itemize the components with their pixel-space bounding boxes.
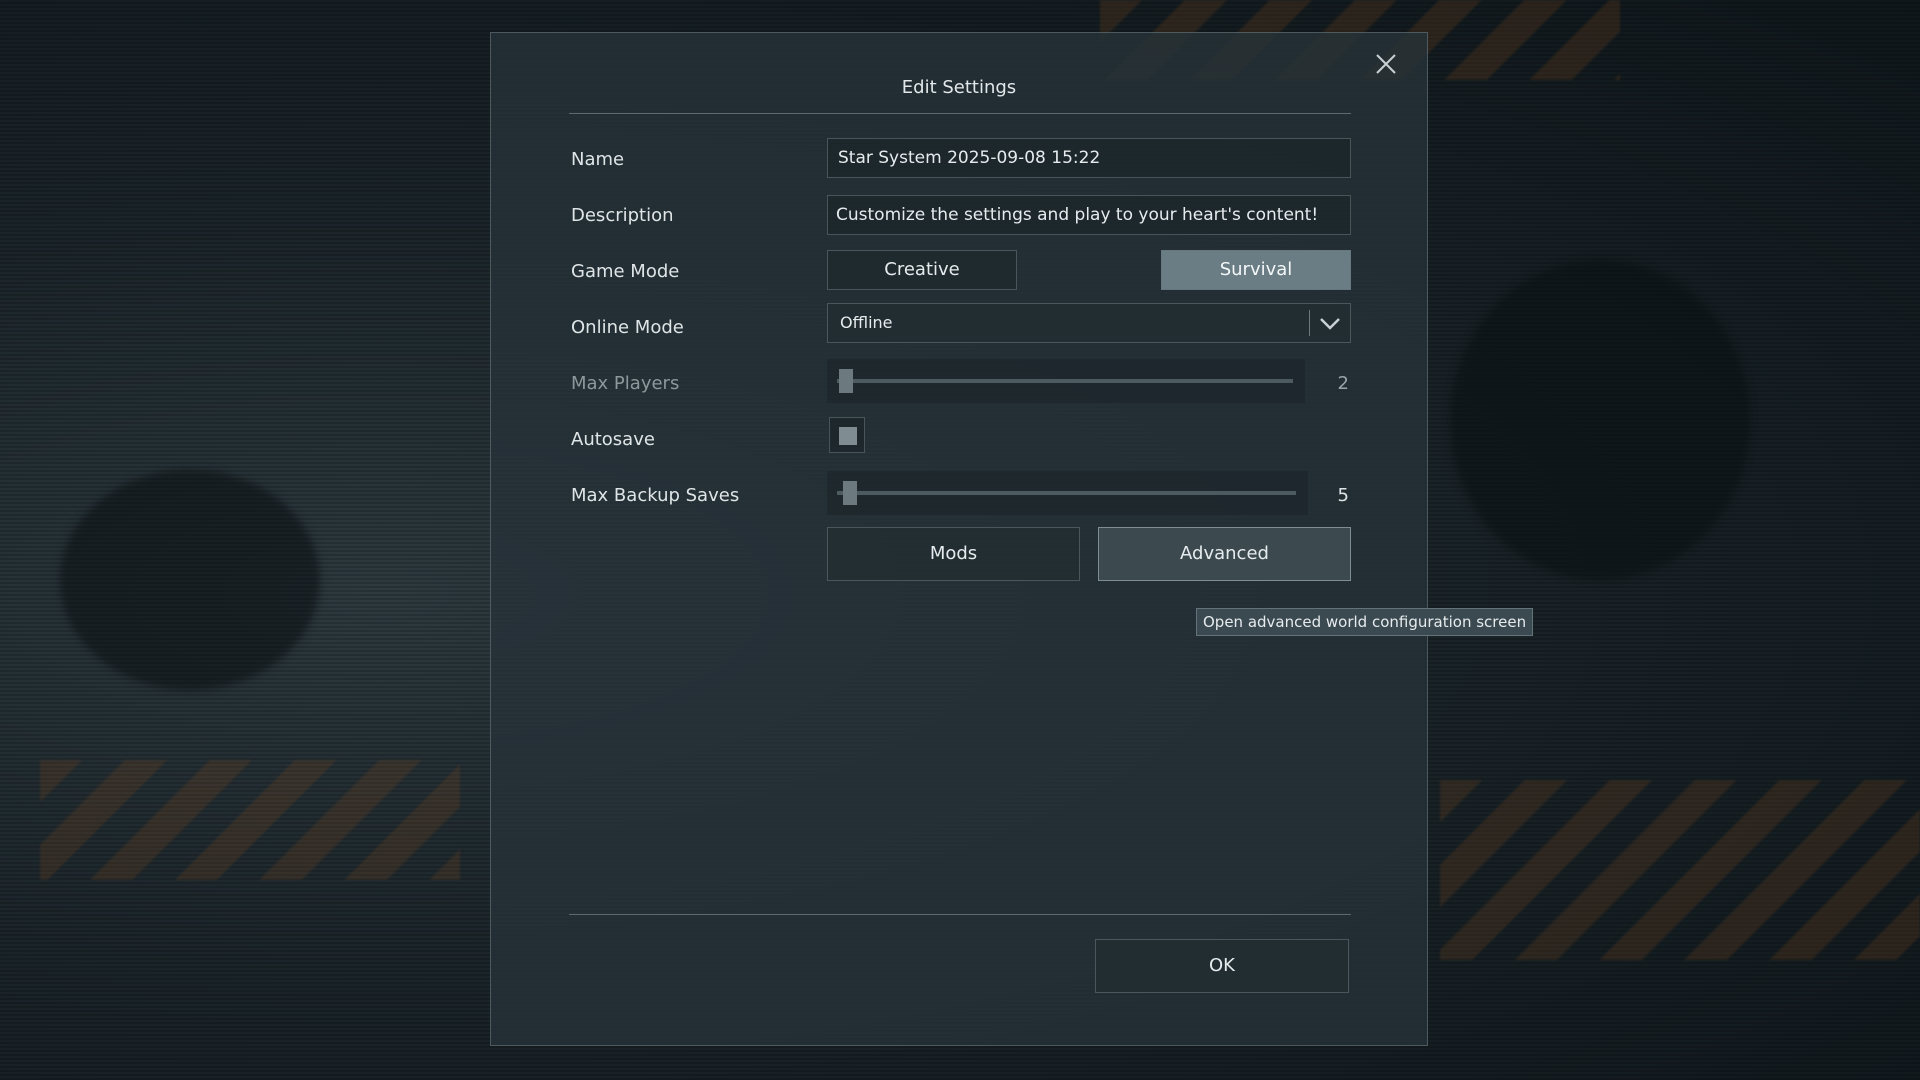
name-input-value: Star System 2025-09-08 15:22: [838, 148, 1101, 168]
checkbox-checked-mark: [839, 427, 857, 445]
max-players-value: 2: [1337, 373, 1349, 394]
max-backup-saves-slider-thumb[interactable]: [843, 481, 857, 505]
background-machine: [60, 470, 320, 690]
dialog-title: Edit Settings: [901, 77, 1017, 98]
close-icon: [1376, 54, 1396, 74]
online-mode-value: Offline: [840, 313, 893, 332]
ok-button[interactable]: OK: [1095, 939, 1349, 993]
advanced-button[interactable]: Advanced: [1098, 527, 1351, 581]
description-label: Description: [571, 205, 674, 226]
title-divider: [569, 113, 1351, 114]
background-machine: [1450, 260, 1750, 580]
mods-button[interactable]: Mods: [827, 527, 1080, 581]
max-backup-saves-slider[interactable]: [827, 471, 1308, 515]
online-mode-dropdown[interactable]: Offline: [827, 303, 1351, 343]
background-hazard-stripes: [1440, 780, 1920, 960]
online-mode-label: Online Mode: [571, 317, 684, 338]
advanced-tooltip: Open advanced world configuration screen: [1196, 608, 1534, 636]
survival-mode-button[interactable]: Survival: [1161, 250, 1351, 290]
autosave-label: Autosave: [571, 429, 655, 450]
max-players-slider[interactable]: [827, 359, 1305, 403]
game-mode-label: Game Mode: [571, 261, 680, 282]
description-input-value: Customize the settings and play to your …: [836, 205, 1319, 225]
max-players-label: Max Players: [571, 373, 680, 394]
description-input[interactable]: Customize the settings and play to your …: [827, 195, 1351, 235]
max-backup-saves-label: Max Backup Saves: [571, 485, 740, 506]
close-button[interactable]: [1371, 49, 1401, 79]
name-input[interactable]: Star System 2025-09-08 15:22: [827, 138, 1351, 178]
name-label: Name: [571, 149, 625, 170]
max-players-slider-thumb[interactable]: [839, 369, 853, 393]
footer-divider: [569, 914, 1351, 915]
chevron-down-icon: [1320, 318, 1340, 330]
max-backup-saves-value: 5: [1337, 485, 1349, 506]
slider-track: [837, 491, 1296, 495]
creative-mode-button[interactable]: Creative: [827, 250, 1017, 290]
autosave-checkbox[interactable]: [829, 417, 865, 453]
slider-track: [837, 379, 1293, 383]
edit-settings-dialog: Edit Settings Name Star System 2025-09-0…: [490, 32, 1428, 1046]
background-hazard-stripes: [40, 760, 460, 880]
dropdown-divider: [1309, 310, 1310, 336]
